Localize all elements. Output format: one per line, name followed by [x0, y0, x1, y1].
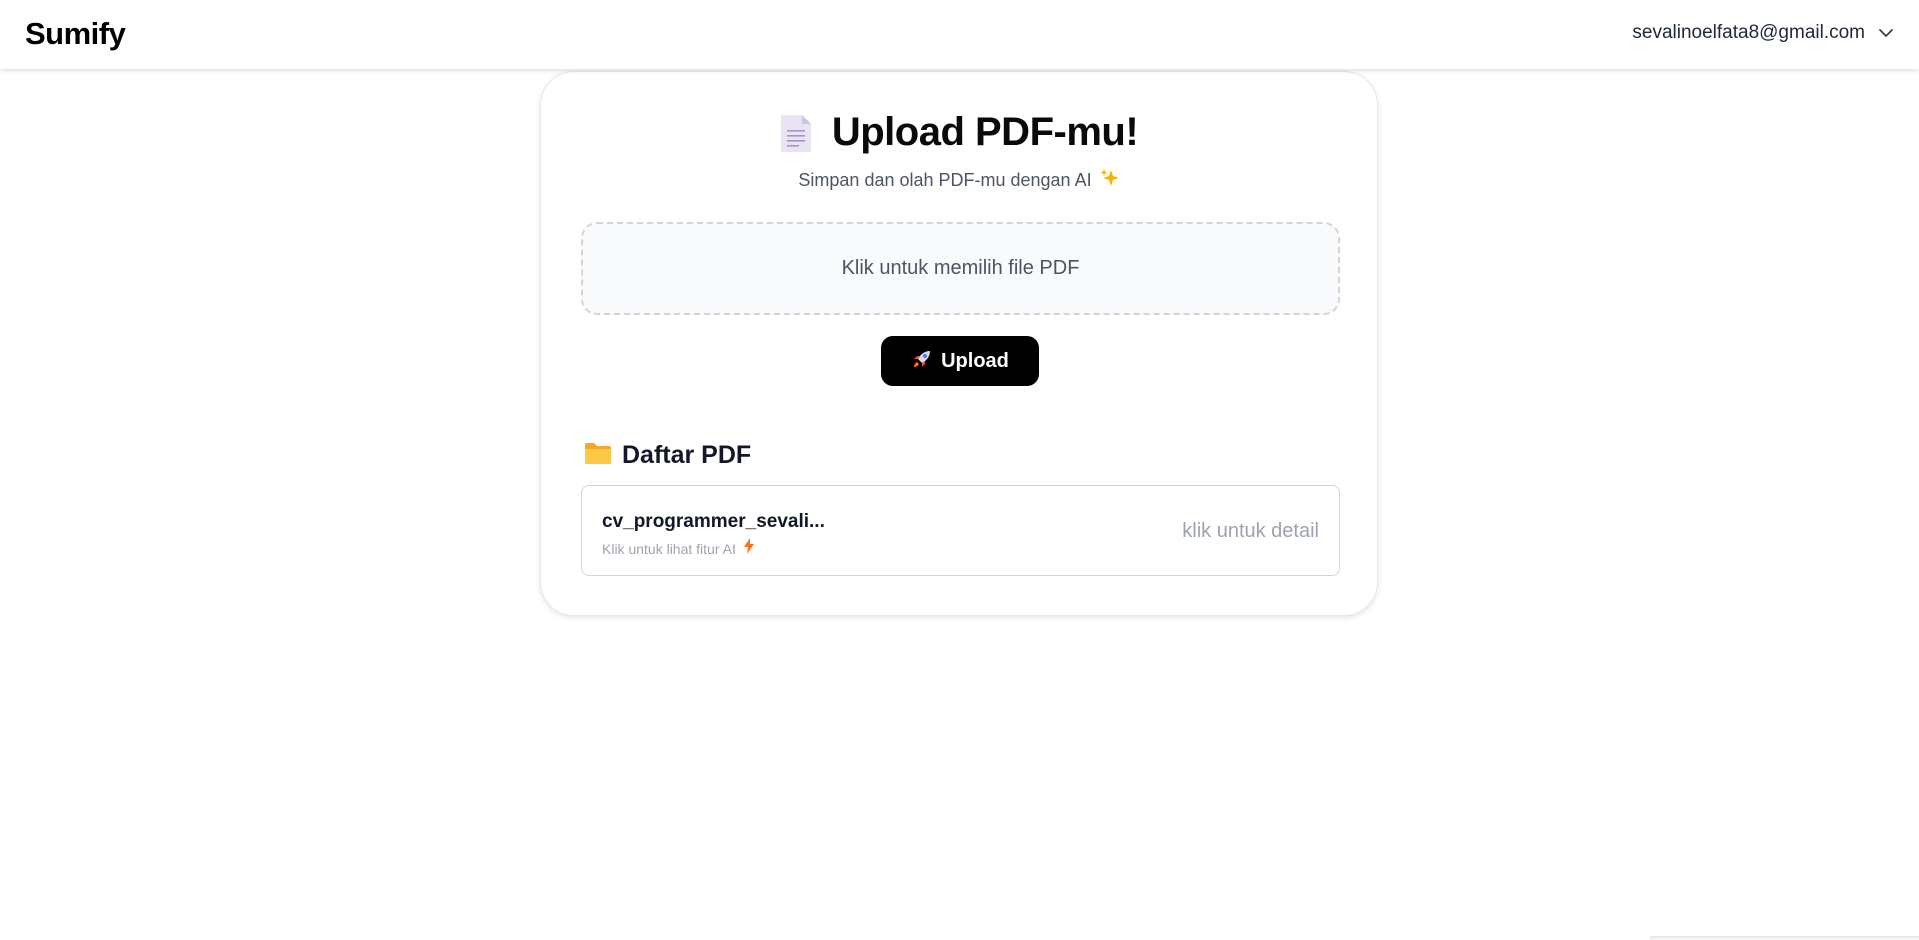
chevron-down-icon[interactable]: [1879, 28, 1893, 38]
pdf-list-title: Daftar PDF: [622, 441, 752, 469]
upload-button-label: Upload: [941, 349, 1009, 372]
user-menu[interactable]: sevalinoelfata8@gmail.com: [1632, 22, 1893, 44]
file-dropzone[interactable]: Klik untuk memilih file PDF: [581, 222, 1340, 315]
brand-logo[interactable]: Sumify: [25, 16, 126, 52]
lightning-icon: [743, 538, 754, 559]
rocket-icon: [911, 348, 933, 375]
pdf-item-hint-row: Klik untuk lihat fitur AI: [602, 538, 754, 559]
title-row: Upload PDF-mu!: [541, 110, 1377, 155]
user-email[interactable]: sevalinoelfata8@gmail.com: [1632, 22, 1865, 44]
upload-button[interactable]: Upload: [881, 336, 1039, 386]
pdf-list-header: Daftar PDF: [584, 441, 751, 470]
document-icon: [780, 113, 814, 153]
pdf-file-name: cv_programmer_sevali...: [602, 511, 825, 532]
pdf-detail-link[interactable]: klik untuk detail: [1182, 520, 1319, 543]
page-subtitle: Simpan dan olah PDF-mu dengan AI: [798, 170, 1092, 190]
dropzone-label: Klik untuk memilih file PDF: [841, 257, 1080, 279]
corner-shadow: [1650, 936, 1919, 940]
folder-icon: [584, 441, 612, 470]
pdf-list-item[interactable]: cv_programmer_sevali... Klik untuk lihat…: [581, 485, 1340, 576]
top-navbar: Sumify sevalinoelfata8@gmail.com: [0, 0, 1919, 69]
sparkles-icon: [1100, 168, 1120, 193]
pdf-item-hint: Klik untuk lihat fitur AI: [602, 540, 736, 557]
upload-card: Upload PDF-mu! Simpan dan olah PDF-mu de…: [540, 71, 1378, 616]
page-title: Upload PDF-mu!: [831, 110, 1139, 154]
subtitle-row: Simpan dan olah PDF-mu dengan AI: [541, 168, 1377, 193]
